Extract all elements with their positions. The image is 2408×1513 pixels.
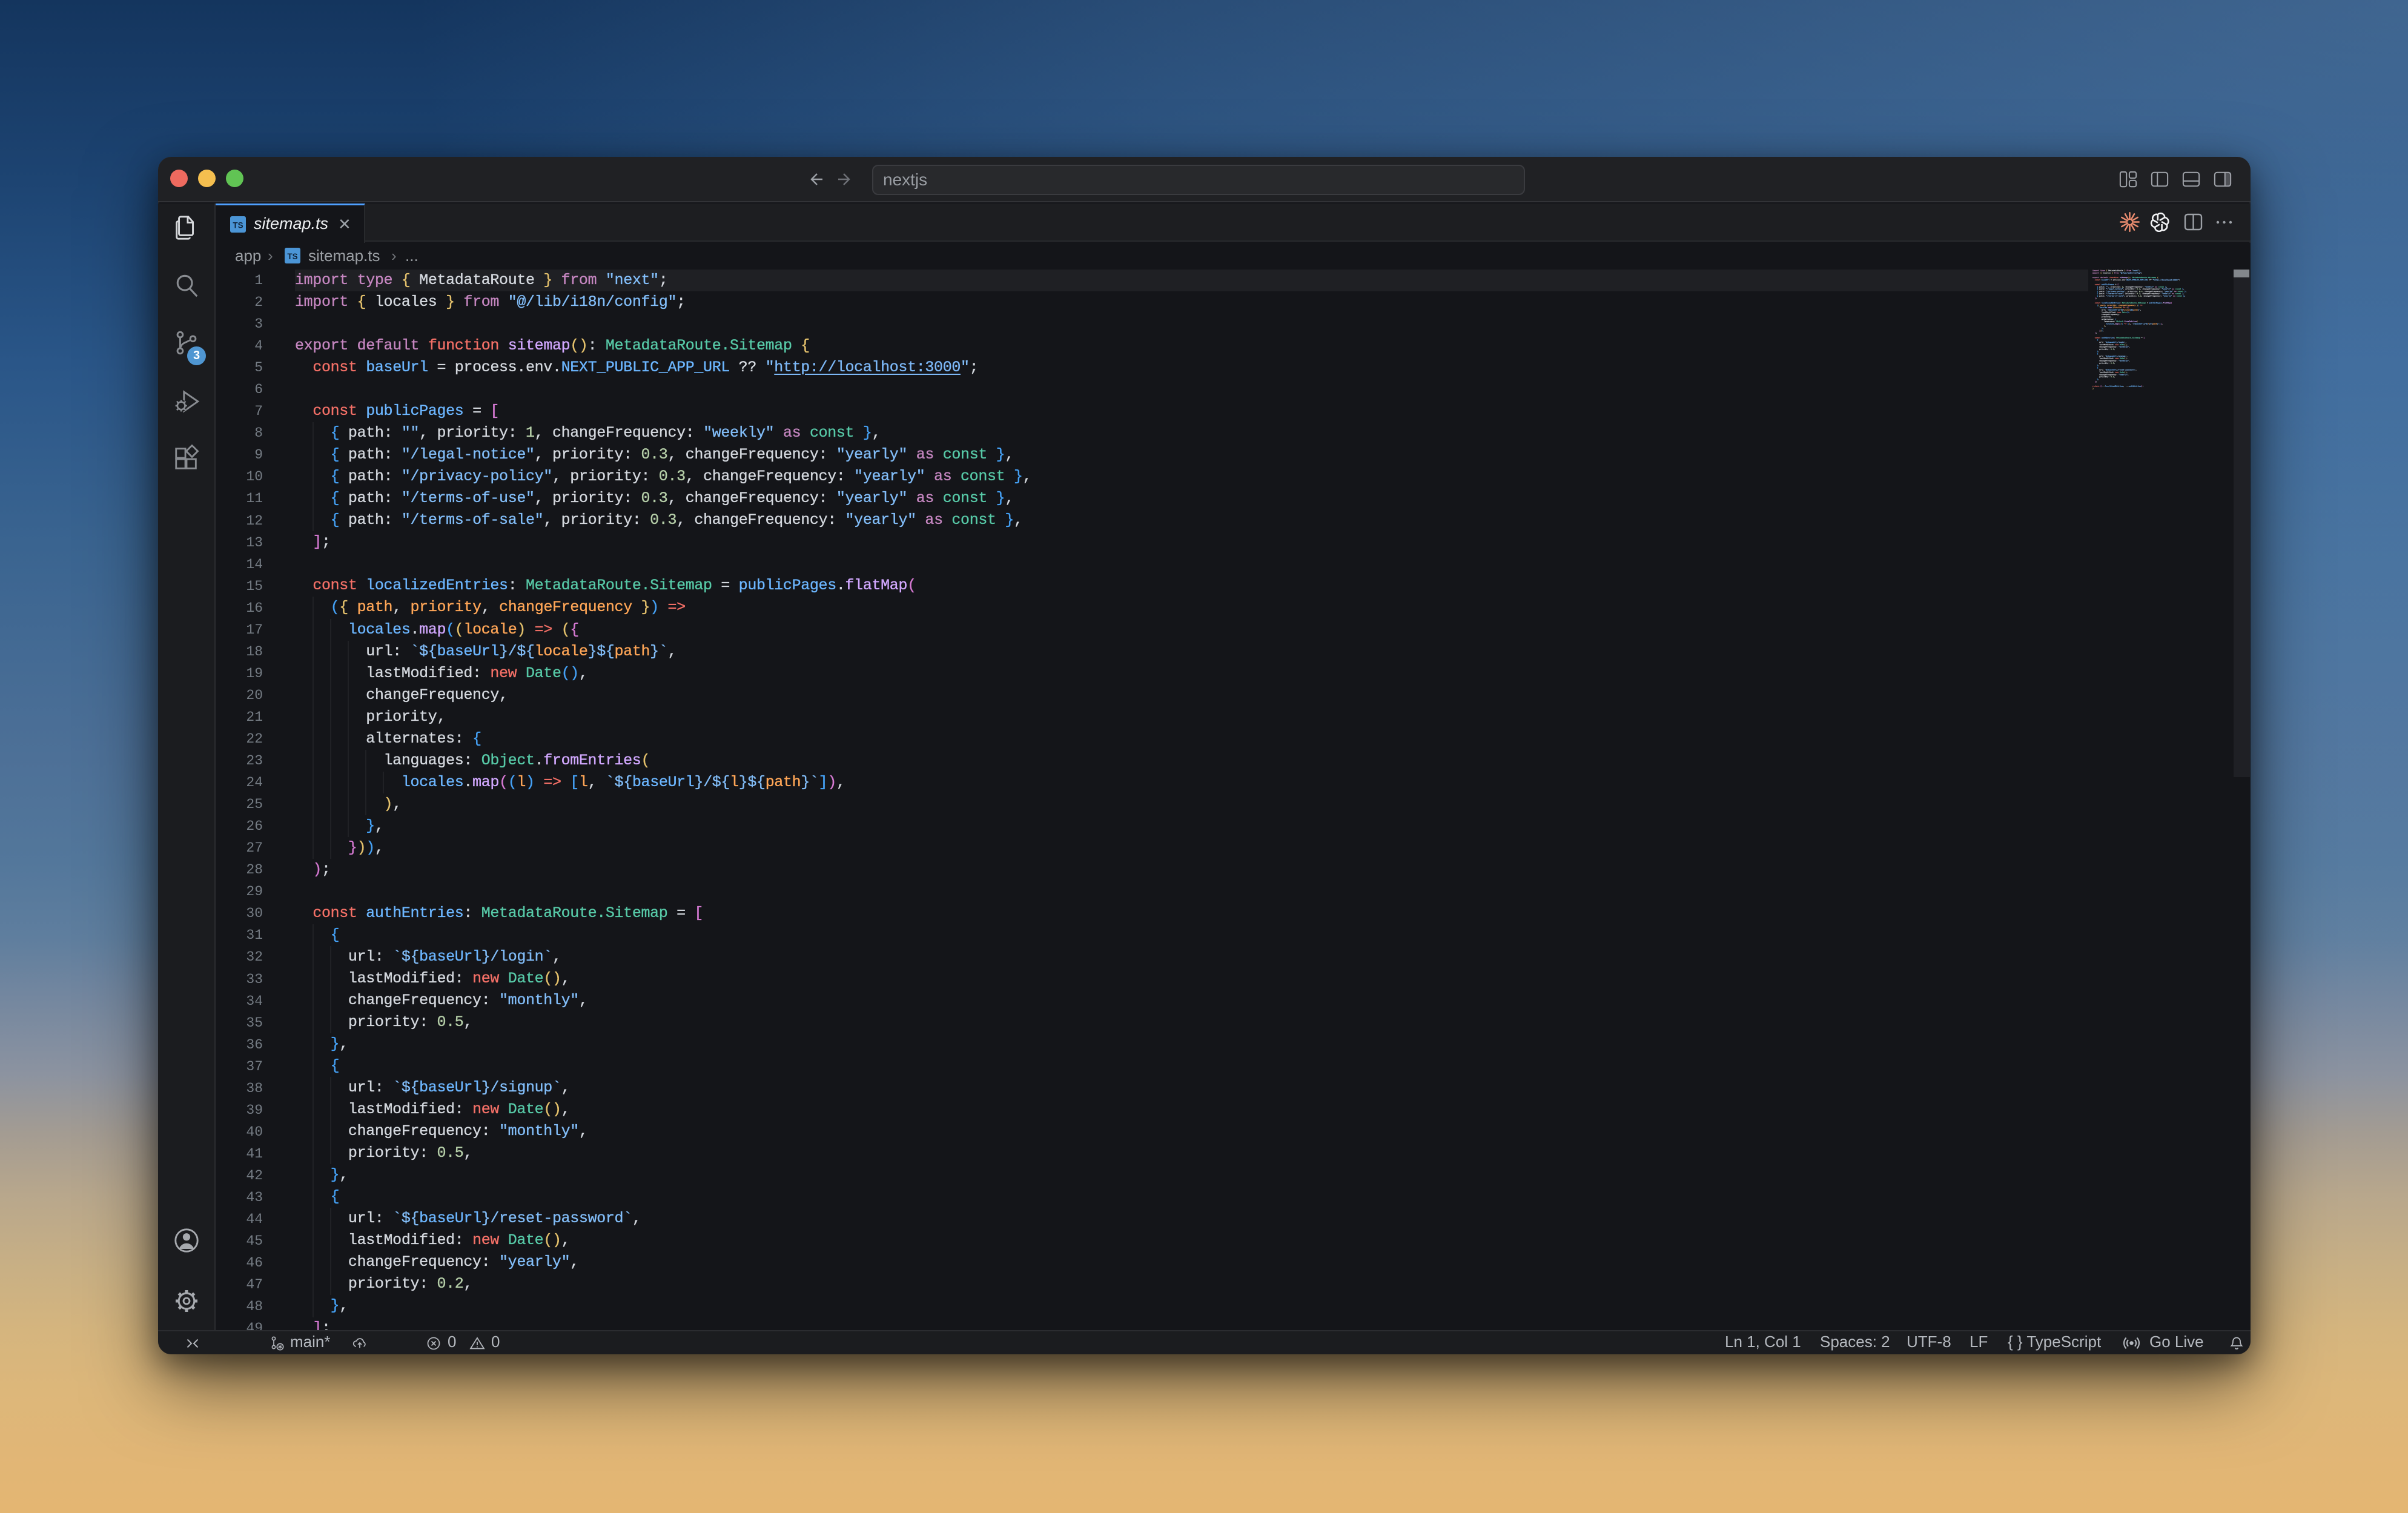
svg-text:TS: TS xyxy=(287,252,297,261)
svg-text:TS: TS xyxy=(233,221,243,230)
